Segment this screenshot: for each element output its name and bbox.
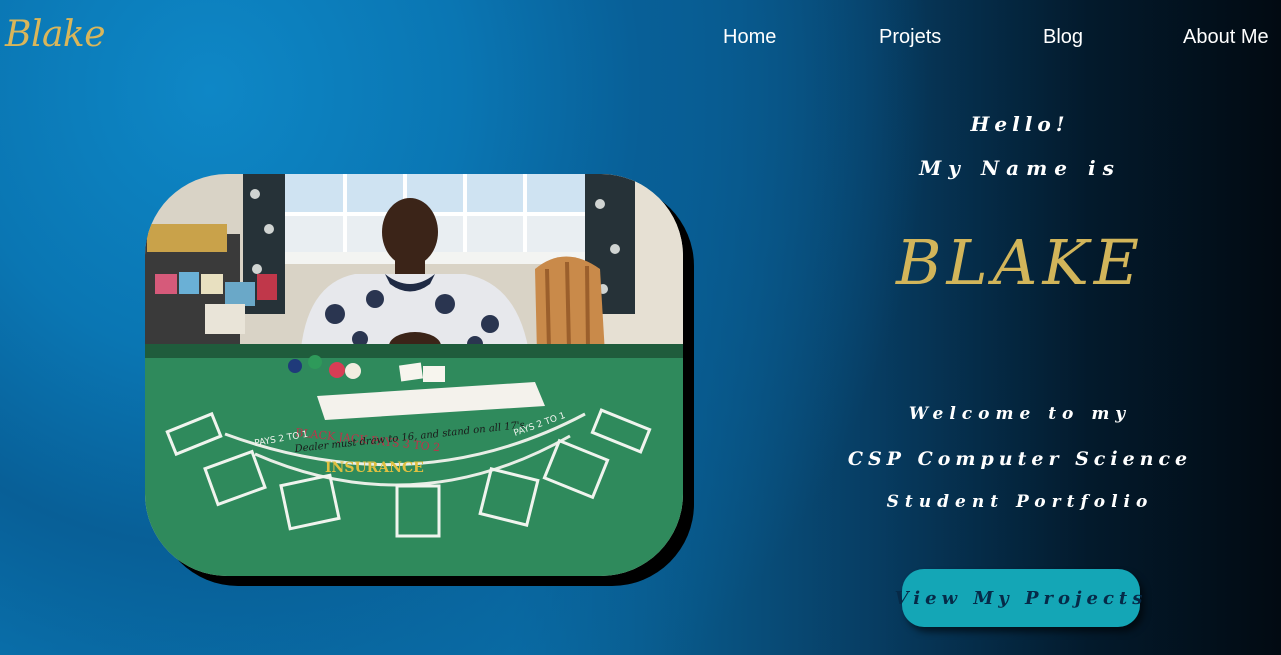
profile-photo: BLACK JACK PAYS 3 TO 2 Dealer must draw …	[145, 174, 683, 576]
nav-home-link[interactable]: Home	[723, 26, 776, 49]
main-nav: Home Projets Blog About Me	[0, 26, 1281, 56]
hero-name: BLAKE	[895, 226, 1145, 299]
portfolio-text: Student Portfolio	[886, 492, 1154, 512]
program-text: CSP Computer Science	[847, 448, 1193, 470]
nav-blog-link[interactable]: Blog	[1043, 26, 1083, 49]
view-projects-button[interactable]: View My Projects	[895, 569, 1142, 627]
welcome-text: Welcome to my	[908, 404, 1132, 424]
intro-text: My Name is	[919, 156, 1121, 180]
nav-projets-link[interactable]: Projets	[879, 26, 941, 49]
greeting-text: Hello!	[970, 112, 1070, 136]
felt-insurance: INSURANCE	[325, 460, 424, 476]
nav-about-me-link[interactable]: About Me	[1183, 26, 1269, 49]
